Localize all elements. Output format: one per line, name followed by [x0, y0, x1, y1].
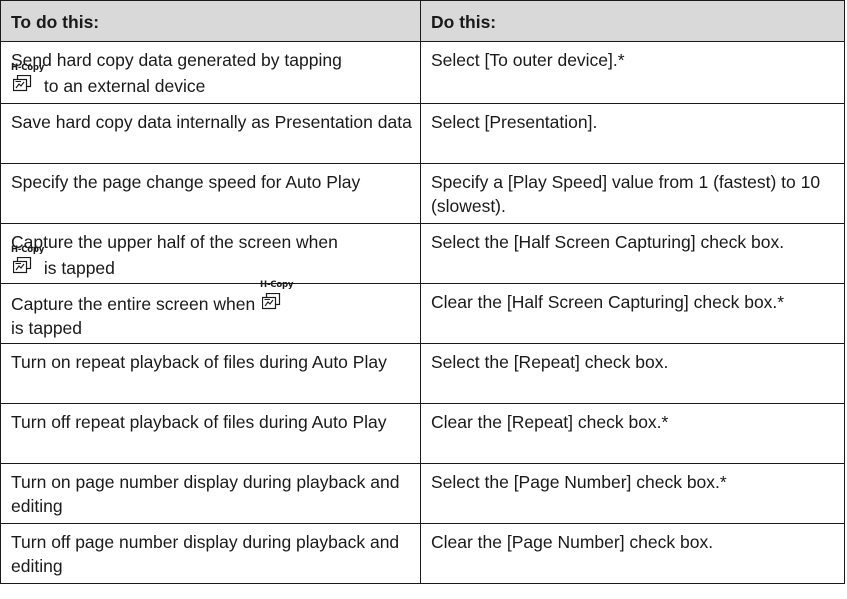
hcopy-icon-label: H-Copy — [11, 245, 45, 255]
column-header-do-this: Do this: — [420, 0, 845, 42]
settings-table: To do this: Do this: Send hard copy data… — [0, 0, 845, 584]
instruction-cell: Select the [Page Number] check box.* — [420, 463, 845, 524]
instruction-cell: Select [Presentation]. — [420, 103, 845, 164]
action-text-before: Send hard copy data generated by tapping — [11, 50, 342, 70]
instruction-cell: Clear the [Page Number] check box. — [420, 523, 845, 584]
table-row: Specify the page change speed for Auto P… — [0, 163, 845, 224]
action-cell: Capture the entire screen when H-Copy is… — [0, 281, 421, 344]
instruction-cell: Clear the [Half Screen Capturing] check … — [420, 283, 845, 344]
action-text-before: Capture the entire screen when — [11, 294, 256, 314]
hcopy-icon-label: H-Copy — [11, 63, 45, 73]
instruction-cell: Select the [Repeat] check box. — [420, 343, 845, 404]
action-text-before: Capture the upper half of the screen whe… — [11, 232, 338, 252]
table-row: Turn on page number display during playb… — [0, 463, 845, 524]
action-cell: Send hard copy data generated by tapping… — [0, 41, 421, 104]
action-cell: Capture the upper half of the screen whe… — [0, 223, 421, 284]
hcopy-glyph — [13, 257, 32, 274]
action-text-after: to an external device — [39, 76, 206, 96]
instruction-cell: Specify a [Play Speed] value from 1 (fas… — [420, 163, 845, 224]
hcopy-icon-label: H-Copy — [260, 280, 294, 290]
table-row: Capture the entire screen when H-Copy is… — [0, 281, 845, 344]
instruction-cell: Select [To outer device].* — [420, 41, 845, 104]
hcopy-icon: H-Copy — [260, 281, 293, 314]
column-header-to-do: To do this: — [0, 0, 421, 42]
table-row: Save hard copy data internally as Presen… — [0, 103, 845, 164]
table-row: Turn off repeat playback of files during… — [0, 403, 845, 464]
hcopy-icon: H-Copy — [11, 64, 44, 96]
action-text-after: is tapped — [39, 258, 115, 278]
hcopy-icon: H-Copy — [11, 246, 44, 278]
table-header-row: To do this: Do this: — [0, 0, 845, 42]
table-row: Capture the upper half of the screen whe… — [0, 223, 845, 284]
table-row: Send hard copy data generated by tapping… — [0, 41, 845, 104]
instruction-cell: Clear the [Repeat] check box.* — [420, 403, 845, 464]
hcopy-glyph — [13, 75, 32, 92]
table-row: Turn off page number display during play… — [0, 523, 845, 584]
action-cell: Turn on repeat playback of files during … — [0, 343, 421, 404]
hcopy-glyph — [262, 293, 281, 310]
instruction-cell: Select the [Half Screen Capturing] check… — [420, 223, 845, 284]
action-cell: Save hard copy data internally as Presen… — [0, 103, 421, 164]
action-text-after: is tapped — [11, 318, 83, 338]
action-cell: Turn off repeat playback of files during… — [0, 403, 421, 464]
action-cell: Turn on page number display during playb… — [0, 463, 421, 524]
table-row: Turn on repeat playback of files during … — [0, 343, 845, 404]
action-cell: Specify the page change speed for Auto P… — [0, 163, 421, 224]
action-cell: Turn off page number display during play… — [0, 523, 421, 584]
